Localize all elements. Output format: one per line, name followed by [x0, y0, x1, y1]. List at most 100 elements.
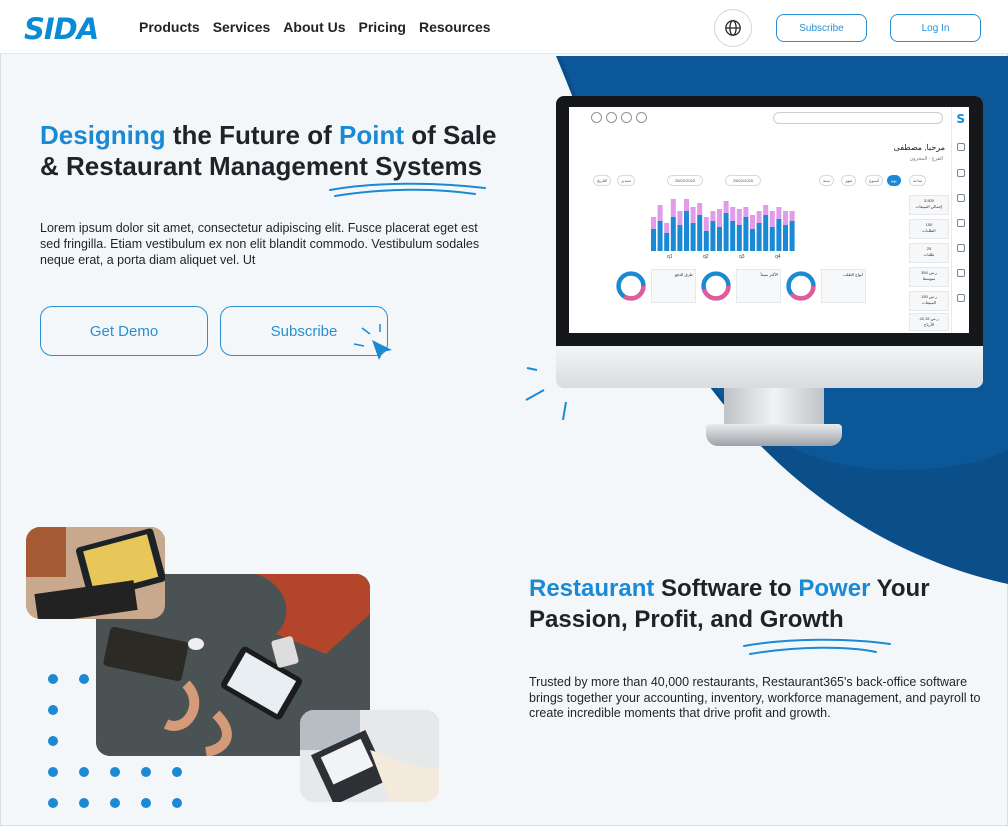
chart-bar: [730, 207, 736, 221]
sidebar-users-icon[interactable]: [957, 194, 965, 202]
chart-tick-label: q2: [703, 254, 709, 259]
dashboard-user-name: مرحبا, مصطفى: [893, 143, 945, 152]
date-filter-chip[interactable]: التاريخ: [593, 175, 612, 186]
section-title: Restaurant Software to Power Your Passio…: [529, 573, 989, 635]
chart-bar: [710, 211, 716, 221]
filter-chip[interactable]: شهر: [841, 175, 857, 186]
decorative-dot: [48, 767, 58, 777]
desktop-monitor: S مرحبا, مصطفى الفرع · المخزون التاريخ ت…: [556, 96, 983, 388]
chart-bar: [756, 223, 762, 251]
filter-chip[interactable]: أسبوع: [865, 175, 884, 186]
stat-label: متوسط: [922, 276, 936, 281]
sidebar-doc-icon[interactable]: [957, 169, 965, 177]
photo-illustration: [300, 710, 439, 802]
site-logo[interactable]: SIDA: [24, 12, 99, 46]
nav-resources[interactable]: Resources: [419, 19, 491, 35]
sidebar-factory-icon[interactable]: [957, 269, 965, 277]
chart-bar: [769, 211, 775, 227]
hero-title-highlight: Point: [339, 120, 404, 150]
main-nav: Products Services About Us Pricing Resou…: [139, 19, 504, 35]
decorative-dot: [79, 674, 89, 684]
stat-card: 25 طلبات: [909, 243, 949, 263]
language-button[interactable]: [714, 9, 752, 47]
nav-pricing[interactable]: Pricing: [359, 19, 406, 35]
chart-bar: [710, 221, 716, 251]
pos-terminal-photo: [26, 527, 165, 619]
chart-bar: [789, 221, 795, 251]
chart-bar: [697, 203, 703, 215]
chart-bar: [789, 211, 795, 221]
chart-bar: [723, 213, 729, 251]
monitor-stand: [724, 388, 824, 424]
header-subscribe-button[interactable]: Subscribe: [776, 14, 867, 42]
dashboard-search-input[interactable]: [773, 112, 943, 124]
section-title-highlight: Restaurant: [529, 575, 655, 602]
donut-chart: [786, 271, 816, 301]
date-to[interactable]: 25/02/2025: [725, 175, 761, 186]
filter-chip[interactable]: يوم: [887, 175, 901, 186]
decorative-dot: [48, 705, 58, 715]
filter-chip[interactable]: ساعة: [909, 175, 927, 186]
chart-bar: [743, 207, 749, 217]
hero-subscribe-button[interactable]: Subscribe: [220, 306, 388, 356]
decorative-dot: [110, 798, 120, 808]
stat-label: الطلبات: [922, 228, 936, 233]
sidebar-layers-icon[interactable]: [957, 244, 965, 252]
hero-description: Lorem ipsum dolor sit amet, consectetur …: [40, 221, 480, 267]
stat-value: 150: [925, 222, 933, 227]
hero-title: Designing the Future of Point of Sale & …: [40, 120, 520, 182]
sidebar-chart-icon[interactable]: [957, 143, 965, 151]
filter-chip[interactable]: سنة: [819, 175, 834, 186]
sidebar-graph-icon[interactable]: [957, 219, 965, 227]
chart-tick-label: q4: [775, 254, 781, 259]
chart-bar: [763, 215, 769, 251]
section-title-highlight: Power: [798, 575, 871, 602]
nav-services[interactable]: Services: [213, 19, 271, 35]
chart-bar: [664, 233, 670, 251]
date-from[interactable]: 25/02/2025: [667, 175, 703, 186]
chart-bar: [657, 205, 663, 221]
chart-bar: [697, 215, 703, 251]
chart-bar: [763, 205, 769, 215]
decorative-dot: [48, 798, 58, 808]
donut-chart: [701, 271, 731, 301]
dashboard-screen: S مرحبا, مصطفى الفرع · المخزون التاريخ ت…: [569, 107, 969, 333]
stat-value: 3.500: [923, 198, 934, 203]
chart-bar: [657, 221, 663, 251]
bell-icon: [636, 112, 647, 123]
chart-bar: [664, 223, 670, 233]
decorative-dot: [141, 798, 151, 808]
section-title-text: Software to: [654, 575, 799, 602]
login-button[interactable]: Log In: [890, 14, 981, 42]
stat-value: 42.15 ر.س: [919, 316, 939, 321]
nav-products[interactable]: Products: [139, 19, 200, 35]
section-description: Trusted by more than 40,000 restaurants,…: [529, 675, 981, 720]
globe-icon: [725, 20, 741, 36]
get-demo-button[interactable]: Get Demo: [40, 306, 208, 356]
donut-chart: [616, 271, 646, 301]
sidebar-settings-icon[interactable]: [957, 294, 965, 302]
decorative-dot: [79, 767, 89, 777]
donut-card: الأكثر مبيعاً: [736, 269, 781, 303]
chart-bar: [717, 209, 722, 227]
decorative-dot: [79, 798, 89, 808]
chart-bar: [736, 209, 742, 225]
stat-value: 150 ر.س: [921, 294, 937, 299]
stat-card: 150 ر.س المبيعات: [909, 291, 949, 311]
chart-bar: [730, 221, 736, 251]
export-chip[interactable]: تصدير: [617, 175, 636, 186]
decorative-dot: [48, 674, 58, 684]
nav-about-us[interactable]: About Us: [283, 19, 345, 35]
chart-bar: [684, 199, 689, 211]
decorative-dot: [110, 767, 120, 777]
chart-bar: [703, 231, 709, 251]
chart-bar: [750, 229, 755, 251]
decorative-dot: [172, 767, 182, 777]
stat-card: 350 ر.س متوسط: [909, 267, 949, 287]
photo-illustration: [26, 527, 165, 619]
stat-label: المبيعات: [922, 300, 936, 305]
monitor-bezel: S مرحبا, مصطفى الفرع · المخزون التاريخ ت…: [556, 96, 983, 346]
stat-label: طلبات: [923, 252, 935, 257]
decorative-dot: [172, 798, 182, 808]
stat-value: 350 ر.س: [921, 270, 937, 275]
